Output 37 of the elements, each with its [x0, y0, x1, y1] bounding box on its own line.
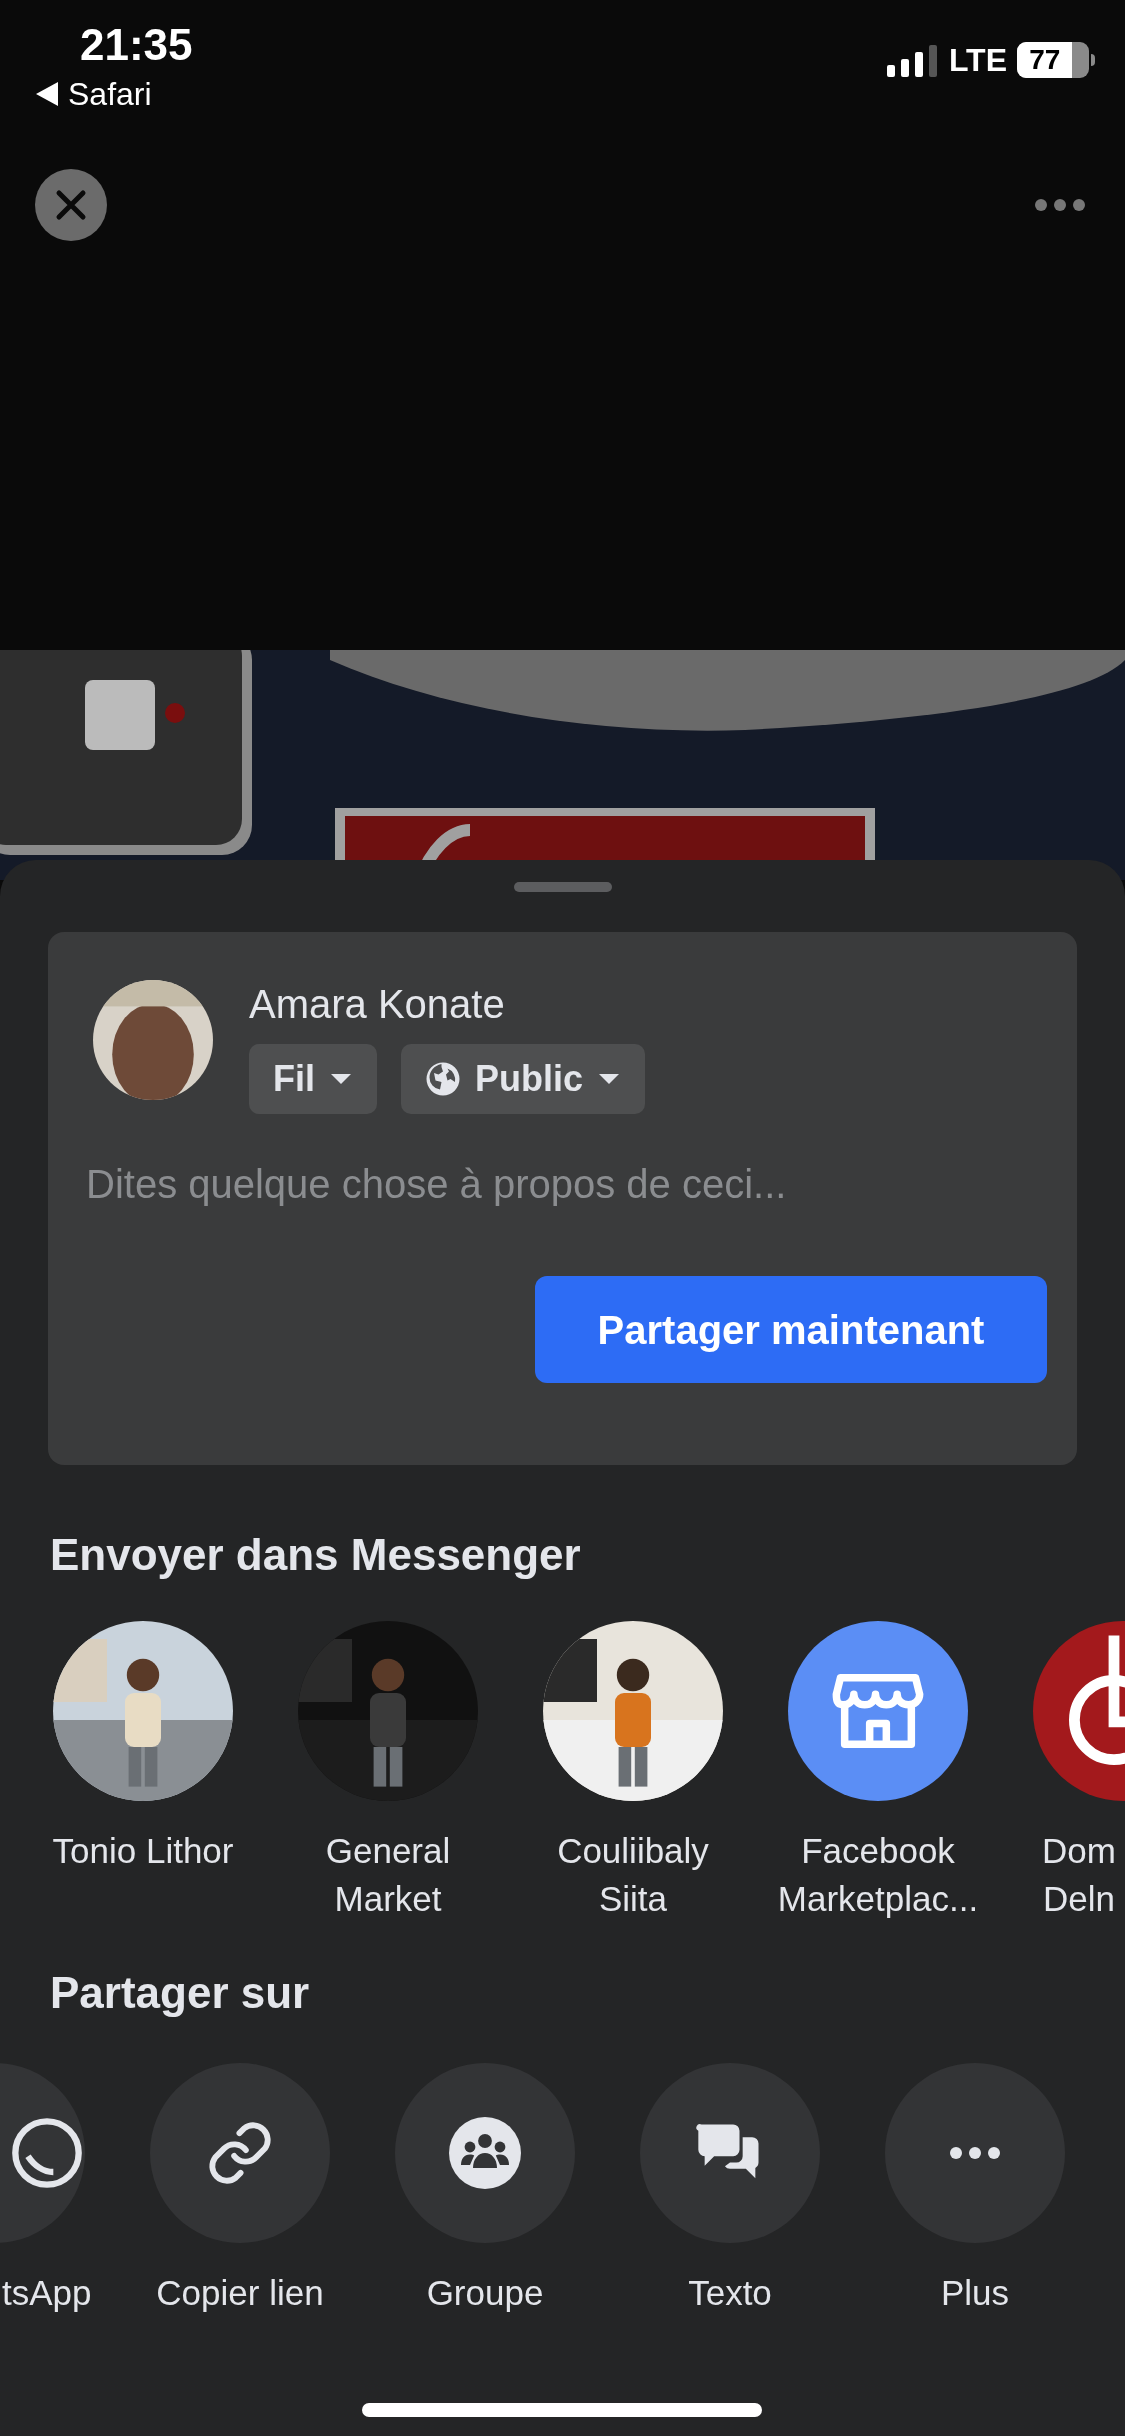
contact-name: General Market — [324, 1830, 452, 1920]
caret-icon — [597, 1072, 622, 1086]
share-option-label: Texto — [688, 2272, 772, 2314]
group-icon — [449, 2117, 521, 2189]
contact-name: Facebook Marketplac... — [776, 1830, 980, 1920]
globe-icon — [425, 1061, 461, 1097]
share-now-button[interactable]: Partager maintenant — [535, 1276, 1047, 1383]
contact-name: Couliibaly Siita — [556, 1830, 710, 1920]
signal-icon — [886, 43, 939, 77]
whatsapp-icon — [9, 2115, 85, 2191]
back-app-link[interactable]: Safari — [68, 74, 152, 114]
drag-handle[interactable] — [513, 882, 612, 892]
share-option-label: Groupe — [426, 2272, 544, 2314]
more-icon — [948, 2146, 1002, 2160]
more-icon — [1035, 199, 1085, 211]
contact-name: Tonio Lithor — [51, 1830, 235, 1872]
contact-item[interactable]: Tonio Lithor — [33, 1621, 253, 1923]
contact-item[interactable]: Couliibaly Siita — [523, 1621, 743, 1923]
contact-name: Dom Deln — [1041, 1830, 1117, 1920]
contact-item[interactable]: General Market — [278, 1621, 498, 1923]
contact-item[interactable]: Dom Deln — [1013, 1621, 1125, 1923]
share-option-label: Copier lien — [156, 2272, 324, 2314]
share-option-label: Plus — [940, 2272, 1010, 2314]
section-heading: Envoyer dans Messenger — [50, 1529, 582, 1581]
network-label: LTE — [948, 41, 1007, 80]
caption-field[interactable]: Dites quelque chose à propos de ceci... — [86, 1144, 1019, 1224]
audience-dropdown[interactable]: Fil — [249, 1044, 377, 1114]
close-icon — [55, 189, 87, 221]
contact-item[interactable]: Facebook Marketplac... — [768, 1621, 988, 1923]
author-name: Amara Konate — [249, 981, 506, 1028]
section-heading: Partager sur — [50, 1967, 311, 2019]
battery-level: 77 — [1029, 46, 1061, 74]
audience-dropdown[interactable]: Public — [401, 1044, 646, 1114]
back-triangle-icon — [36, 82, 58, 106]
clock: 21:35 — [80, 19, 193, 71]
caret-icon — [329, 1072, 353, 1086]
share-option-label: tsApp — [2, 2272, 92, 2314]
